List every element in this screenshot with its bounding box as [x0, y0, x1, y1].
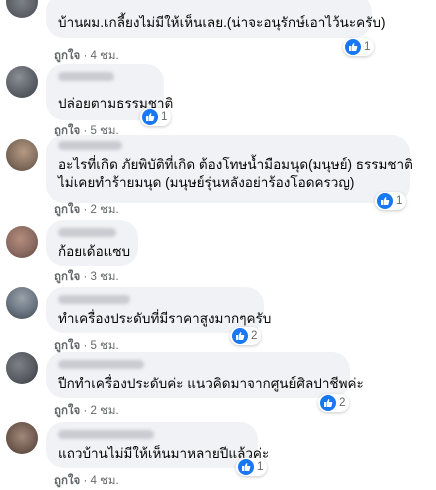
- like-link[interactable]: ถูกใจ: [54, 271, 80, 283]
- avatar[interactable]: [6, 66, 38, 98]
- reaction-count[interactable]: 2: [318, 394, 350, 412]
- reaction-count[interactable]: 1: [343, 38, 375, 56]
- reaction-count[interactable]: 1: [375, 192, 407, 210]
- like-icon: [377, 193, 393, 209]
- reaction-number: 2: [339, 397, 346, 409]
- like-link[interactable]: ถูกใจ: [54, 475, 80, 487]
- comment-meta: ถูกใจ · 3 ชม.: [54, 268, 119, 286]
- author-name[interactable]: [58, 295, 130, 304]
- like-icon: [142, 109, 158, 125]
- timestamp[interactable]: 5 ชม.: [91, 340, 119, 352]
- like-link[interactable]: ถูกใจ: [54, 405, 80, 417]
- comment-text: ก้อยเด้อแซบ: [58, 244, 131, 259]
- like-link[interactable]: ถูกใจ: [54, 204, 80, 216]
- comment-bubble: ก้อยเด้อแซบ: [46, 220, 138, 266]
- like-link[interactable]: ถูกใจ: [54, 50, 80, 62]
- like-icon: [320, 395, 336, 411]
- avatar[interactable]: [6, 226, 38, 258]
- reaction-count[interactable]: 2: [230, 327, 262, 345]
- comment-bubble: แถวบ้านไม่มีให้เห็นมาหลายปีแล้วค่ะ: [46, 422, 270, 468]
- separator: ·: [83, 475, 88, 487]
- avatar[interactable]: [6, 0, 38, 18]
- timestamp[interactable]: 2 ชม.: [91, 405, 119, 417]
- comment-meta: ถูกใจ · 4 ชม.: [54, 47, 119, 65]
- comment-text: แถวบ้านไม่มีให้เห็นมาหลายปีแล้วค่ะ: [58, 446, 270, 461]
- avatar[interactable]: [6, 352, 38, 384]
- comment-text: ทำเครื่องประดับที่มีราคาสูงมากๆครับ: [58, 311, 272, 326]
- comment-text-line2: ไม่เคยทำร้ายมนุด (มนุษย์รุ่นหลังอย่าร้อง…: [58, 175, 355, 190]
- comment-text: ปีกทำเครื่องประดับค่ะ แนวคิดมาจากศูนย์ศิ…: [58, 376, 364, 391]
- comment-meta: ถูกใจ · 4 ชม.: [54, 472, 119, 490]
- reaction-number: 1: [161, 111, 168, 123]
- author-name[interactable]: [58, 72, 114, 81]
- separator: ·: [83, 405, 88, 417]
- comment-bubble: บ้านผม.เกลี้ยงไม่มีให้เห็นเลย.(น่าจะอนุร…: [46, 0, 386, 38]
- comment-text-line1: อะไรที่เกิด ภัยพิบัติที่เกิด ต้องโทษน้ำม…: [58, 157, 413, 172]
- like-icon: [232, 328, 248, 344]
- author-name[interactable]: [58, 141, 122, 150]
- comment-bubble: อะไรที่เกิด ภัยพิบัติที่เกิด ต้องโทษน้ำม…: [46, 135, 413, 203]
- like-link[interactable]: ถูกใจ: [54, 340, 80, 352]
- reaction-number: 1: [257, 461, 264, 473]
- reaction-number: 1: [364, 41, 371, 53]
- avatar[interactable]: [6, 139, 38, 171]
- separator: ·: [83, 204, 88, 216]
- timestamp[interactable]: 3 ชม.: [91, 271, 119, 283]
- reaction-number: 2: [251, 330, 258, 342]
- avatar[interactable]: [6, 287, 38, 319]
- timestamp[interactable]: 2 ชม.: [91, 204, 119, 216]
- comment-text: ปล่อยตามธรรมชาติ: [58, 96, 174, 111]
- author-name[interactable]: [58, 430, 154, 439]
- separator: ·: [83, 340, 88, 352]
- separator: ·: [83, 271, 88, 283]
- comment-text: บ้านผม.เกลี้ยงไม่มีให้เห็นเลย.(น่าจะอนุร…: [58, 15, 386, 30]
- comment-bubble: ปีกทำเครื่องประดับค่ะ แนวคิดมาจากศูนย์ศิ…: [46, 352, 364, 398]
- like-icon: [345, 39, 361, 55]
- avatar[interactable]: [6, 422, 38, 454]
- like-icon: [238, 459, 254, 475]
- reaction-count[interactable]: 1: [236, 458, 268, 476]
- comment-meta: ถูกใจ · 2 ชม.: [54, 201, 119, 219]
- separator: ·: [83, 50, 88, 62]
- author-name[interactable]: [58, 228, 116, 237]
- reaction-number: 1: [396, 195, 403, 207]
- reaction-count[interactable]: 1: [140, 108, 172, 126]
- timestamp[interactable]: 4 ชม.: [91, 475, 119, 487]
- timestamp[interactable]: 4 ชม.: [91, 50, 119, 62]
- comment-bubble: ทำเครื่องประดับที่มีราคาสูงมากๆครับ: [46, 287, 272, 333]
- author-name[interactable]: [58, 360, 144, 369]
- comment-meta: ถูกใจ · 2 ชม.: [54, 402, 119, 420]
